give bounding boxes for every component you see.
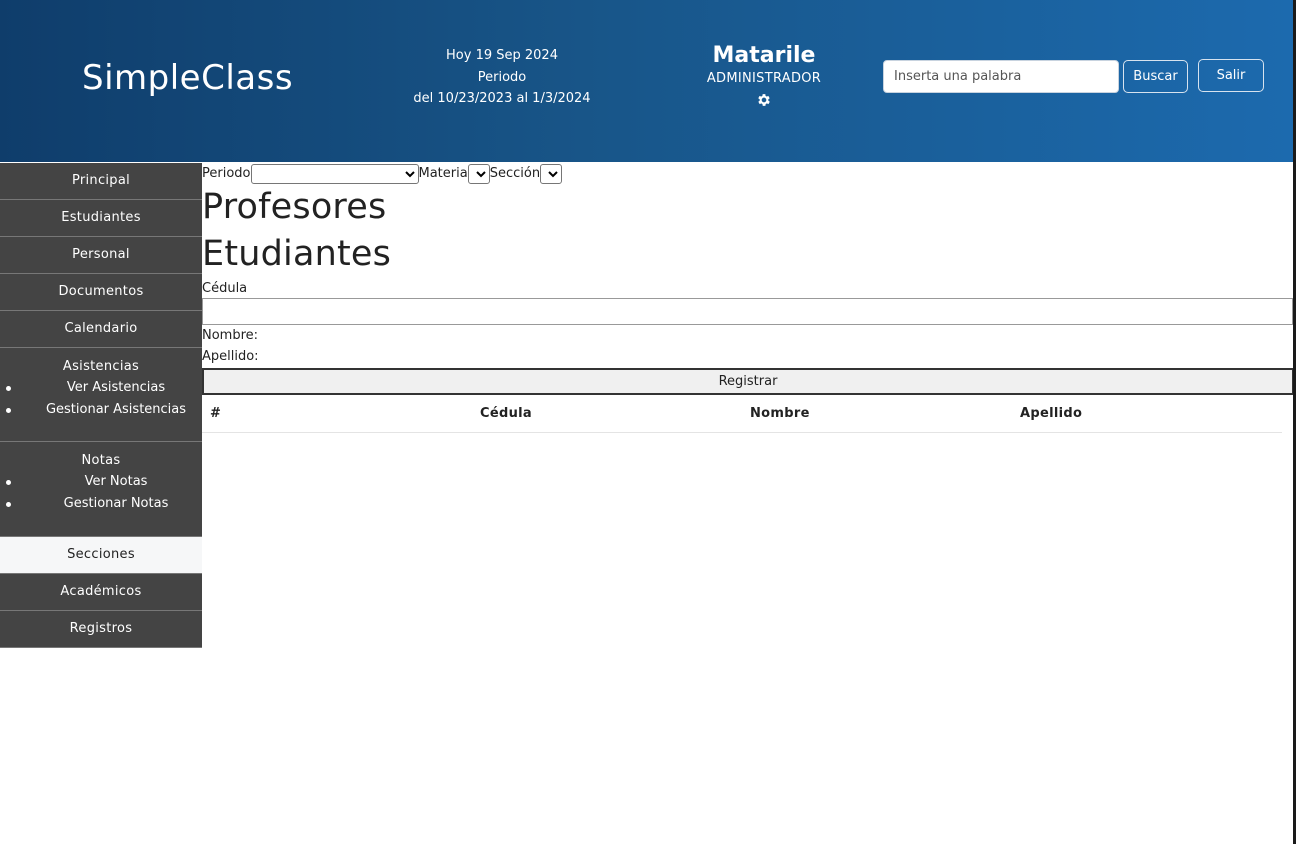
user-info: Matarile ADMINISTRADOR [694,42,834,108]
submenu-gestionar-notas[interactable]: Gestionar Notas [0,493,202,515]
nombre-label: Nombre: [202,328,259,343]
notas-submenu: Ver Notas Gestionar Notas [0,471,202,514]
seccion-label: Sección [489,166,541,181]
sidebar-nav: Principal Estudiantes Personal Documento… [0,163,202,648]
sidebar-item-documentos[interactable]: Documentos [0,274,202,311]
heading-estudiantes: Etudiantes [202,234,392,274]
asistencias-submenu: Ver Asistencias Gestionar Asistencias [0,377,202,420]
seccion-select[interactable] [540,163,563,184]
column-header-apellido: Apellido [1012,395,1282,433]
column-header-number: # [202,395,472,433]
table-header-row: # Cédula Nombre Apellido [202,395,1282,433]
periodo-select[interactable] [250,163,419,184]
materia-select[interactable] [467,163,490,184]
brand-logo[interactable]: SimpleClass [82,58,293,98]
user-role: ADMINISTRADOR [706,71,822,86]
sidebar-item-calendario[interactable]: Calendario [0,311,202,348]
period-label: Periodo [477,69,527,85]
user-name: Matarile [712,43,816,68]
main-content: Periodo Materia Sección Profesores Etudi… [202,163,1294,433]
sidebar-item-registros[interactable]: Registros [0,611,202,648]
date-period-info: Hoy 19 Sep 2024 Periodo del 10/23/2023 a… [402,45,602,110]
periodo-label: Periodo [202,166,251,181]
column-header-nombre: Nombre [742,395,1012,433]
cedula-input[interactable] [202,298,1293,325]
sidebar-item-principal[interactable]: Principal [0,163,202,200]
top-header: SimpleClass Hoy 19 Sep 2024 Periodo del … [0,0,1294,162]
sidebar-item-asistencias[interactable]: Asistencias [0,357,202,377]
sidebar-item-personal[interactable]: Personal [0,237,202,274]
submenu-ver-asistencias[interactable]: Ver Asistencias [0,377,202,399]
cedula-label: Cédula [202,281,248,296]
sidebar-group-asistencias: Asistencias Ver Asistencias Gestionar As… [0,348,202,442]
sidebar-group-notas: Notas Ver Notas Gestionar Notas [0,442,202,537]
apellido-label: Apellido: [202,349,259,364]
submenu-gestionar-asistencias[interactable]: Gestionar Asistencias [0,399,202,421]
current-date: Hoy 19 Sep 2024 [446,48,558,63]
sidebar-item-academicos[interactable]: Académicos [0,574,202,611]
sidebar-item-secciones[interactable]: Secciones [0,537,202,574]
filter-bar: Periodo Materia Sección [202,163,1294,184]
logout-button[interactable]: Salir [1198,59,1264,92]
submenu-ver-notas[interactable]: Ver Notas [0,471,202,493]
sidebar-item-estudiantes[interactable]: Estudiantes [0,200,202,237]
search-button[interactable]: Buscar [1123,60,1188,93]
gear-icon[interactable] [756,92,772,108]
search-input[interactable] [883,60,1119,93]
sidebar-item-notas[interactable]: Notas [0,451,202,471]
column-header-cedula: Cédula [472,395,742,433]
materia-label: Materia [418,166,468,181]
students-table: # Cédula Nombre Apellido [202,395,1282,433]
register-button[interactable]: Registrar [202,368,1294,395]
period-range: del 10/23/2023 al 1/3/2024 [413,91,591,106]
heading-profesores: Profesores [202,187,387,227]
